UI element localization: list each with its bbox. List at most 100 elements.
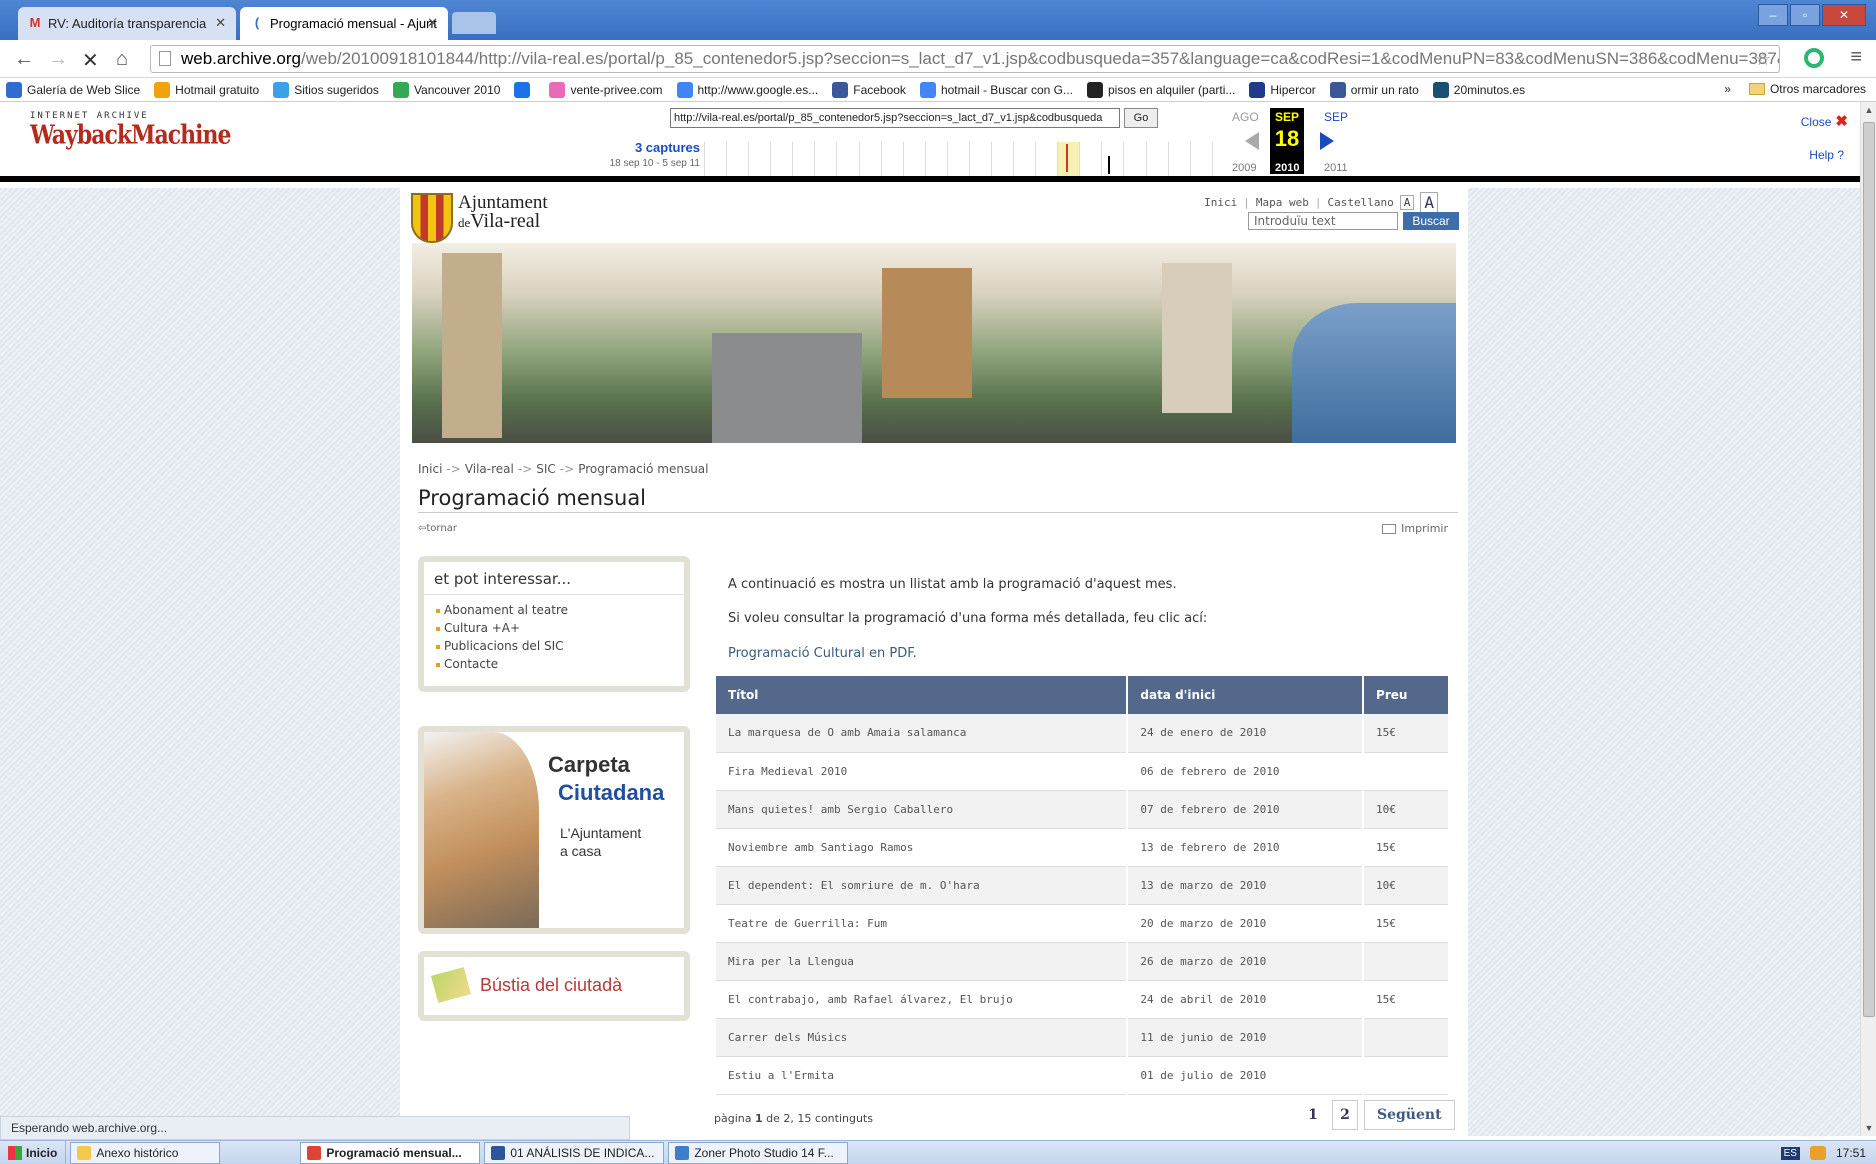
- bookmark-item[interactable]: 20minutos.es: [1432, 81, 1525, 98]
- minimize-icon[interactable]: –: [1758, 4, 1788, 26]
- bustia-banner[interactable]: Bústia del ciutadà: [418, 951, 690, 1021]
- prev-year[interactable]: 2009: [1232, 162, 1256, 174]
- breadcrumb-item[interactable]: Vila-real: [465, 462, 514, 476]
- site-search-button[interactable]: Buscar: [1403, 212, 1459, 230]
- table-row[interactable]: Noviembre amb Santiago Ramos 13 de febrer…: [716, 828, 1450, 867]
- capture-month-cell[interactable]: [1123, 142, 1145, 176]
- bookmark-item[interactable]: pisos en alquiler (parti...: [1086, 81, 1235, 98]
- interest-link[interactable]: Publicacions del SIC: [436, 637, 672, 655]
- scroll-up-icon[interactable]: ▲: [1863, 105, 1875, 115]
- captures-count[interactable]: 3 captures: [590, 140, 700, 155]
- capture-month-cell[interactable]: [1057, 142, 1080, 176]
- capture-month-cell[interactable]: [858, 142, 881, 176]
- vertical-scrollbar[interactable]: ▲ ▼: [1860, 102, 1876, 1136]
- cell-title[interactable]: Estiu a l'Ermita: [716, 1056, 1129, 1095]
- page-2-link[interactable]: 2: [1332, 1100, 1358, 1130]
- table-row[interactable]: El dependent: El somriure de m. O'hara 13…: [716, 866, 1450, 905]
- extension-icon[interactable]: [1804, 48, 1824, 68]
- cell-title[interactable]: Mans quietes! amb Sergio Caballero: [716, 790, 1129, 829]
- interest-link[interactable]: Cultura +A+: [436, 619, 672, 637]
- bookmark-item[interactable]: ormir un rato: [1329, 81, 1419, 98]
- table-row[interactable]: Teatre de Guerrilla: Fum 20 de marzo de 2…: [716, 904, 1450, 943]
- bookmark-item[interactable]: hotmail - Buscar con G...: [919, 81, 1073, 98]
- tray-icon[interactable]: [1809, 1146, 1826, 1160]
- back-link[interactable]: ⇦tornar: [418, 523, 457, 534]
- back-arrow-icon[interactable]: ←: [14, 48, 34, 71]
- bookmark-item[interactable]: Hotmail gratuito: [154, 81, 259, 98]
- bookmark-item[interactable]: Vancouver 2010: [392, 81, 500, 98]
- table-row[interactable]: Fira Medieval 2010 06 de febrero de 2010: [716, 752, 1450, 791]
- next-month[interactable]: SEP: [1324, 110, 1348, 124]
- capture-month-cell[interactable]: [792, 142, 814, 176]
- scroll-thumb[interactable]: [1863, 122, 1875, 1017]
- wayback-go-button[interactable]: Go: [1124, 108, 1158, 128]
- language-indicator[interactable]: ES: [1780, 1146, 1800, 1160]
- menu-icon[interactable]: ≡: [1850, 46, 1862, 69]
- new-tab-button[interactable]: [452, 12, 496, 34]
- clock[interactable]: 17:51: [1836, 1146, 1866, 1160]
- capture-month-cell[interactable]: [1079, 142, 1101, 176]
- address-bar[interactable]: web.archive.org/web/20100918101844/http:…: [150, 45, 1780, 73]
- bookmark-item[interactable]: Galería de Web Slice: [6, 81, 140, 98]
- col-header-date[interactable]: data d'inici: [1127, 676, 1365, 714]
- next-capture-arrow-icon[interactable]: [1320, 132, 1334, 150]
- cell-title[interactable]: Noviembre amb Santiago Ramos: [716, 828, 1129, 867]
- prev-month[interactable]: AGO: [1232, 110, 1259, 124]
- capture-month-cell[interactable]: [924, 142, 947, 176]
- cell-title[interactable]: Mira per la Llengua: [716, 942, 1129, 981]
- scroll-down-icon[interactable]: ▼: [1863, 1123, 1875, 1133]
- breadcrumb-item[interactable]: Inici: [418, 462, 442, 476]
- capture-month-cell[interactable]: [902, 142, 925, 176]
- table-row[interactable]: Mans quietes! amb Sergio Caballero 07 de …: [716, 790, 1450, 829]
- cell-title[interactable]: El contrabajo, amb Rafael álvarez, El br…: [716, 980, 1129, 1019]
- carpeta-ciutadana-banner[interactable]: Carpeta Ciutadana L'Ajuntament a casa: [418, 726, 690, 934]
- pdf-link[interactable]: Programació Cultural en PDF.: [728, 646, 917, 661]
- wayback-close-link[interactable]: Close ✖: [1801, 112, 1848, 130]
- taskbar-button[interactable]: 01 ANÁLISIS DE INDICA...: [484, 1141, 665, 1164]
- capture-month-cell[interactable]: [968, 142, 991, 176]
- next-page-button[interactable]: Següent: [1364, 1100, 1455, 1130]
- table-row[interactable]: Mira per la Llengua 26 de marzo de 2010: [716, 942, 1450, 981]
- table-row[interactable]: Carrer dels Músics 11 de junio de 2010: [716, 1018, 1450, 1057]
- other-bookmarks[interactable]: » Otros marcadores: [1724, 82, 1866, 96]
- capture-month-cell[interactable]: [836, 142, 858, 176]
- table-row[interactable]: Estiu a l'Ermita 01 de julio de 2010: [716, 1056, 1450, 1095]
- interest-link[interactable]: Abonament al teatre: [436, 601, 672, 619]
- cell-title[interactable]: Carrer dels Músics: [716, 1018, 1129, 1057]
- bookmark-item[interactable]: Hipercor: [1249, 81, 1316, 98]
- link-mapa-web[interactable]: Mapa web: [1256, 196, 1309, 209]
- capture-month-cell[interactable]: [726, 142, 748, 176]
- bookmark-item[interactable]: vente-privee.com: [549, 81, 663, 98]
- wayback-url-input[interactable]: http://vila-real.es/portal/p_85_contened…: [670, 108, 1120, 128]
- breadcrumb-item[interactable]: SIC: [536, 462, 556, 476]
- cell-title[interactable]: Fira Medieval 2010: [716, 752, 1129, 791]
- capture-month-cell[interactable]: [1013, 142, 1035, 176]
- table-row[interactable]: La marquesa de O amb Amaia salamanca 24 d…: [716, 714, 1450, 753]
- bookmark-item[interactable]: [514, 81, 535, 98]
- captures-sparkline[interactable]: [704, 142, 1234, 176]
- capture-month-cell[interactable]: [1189, 142, 1212, 176]
- next-year[interactable]: 2011: [1324, 162, 1348, 174]
- logo-line2[interactable]: deVila-real: [458, 210, 540, 233]
- forward-arrow-icon[interactable]: →: [48, 48, 68, 71]
- link-inici[interactable]: Inici: [1204, 196, 1237, 209]
- capture-month-cell[interactable]: [946, 142, 969, 176]
- col-header-price[interactable]: Preu: [1363, 676, 1450, 714]
- capture-month-cell[interactable]: [704, 142, 726, 176]
- bookmark-item[interactable]: http://www.google.es...: [676, 81, 818, 98]
- capture-month-cell[interactable]: [1035, 142, 1057, 176]
- bookmark-item[interactable]: Facebook: [832, 81, 906, 98]
- tab-active[interactable]: ( Programació mensual - Ajunt ✕: [240, 7, 448, 40]
- wayback-logo[interactable]: WaybackMachine: [30, 119, 231, 150]
- stop-icon[interactable]: ✕: [82, 48, 99, 73]
- taskbar-button[interactable]: Anexo histórico: [70, 1141, 221, 1164]
- capture-month-cell[interactable]: [1101, 142, 1123, 176]
- wayback-help-link[interactable]: Help ?: [1809, 148, 1844, 162]
- capture-month-cell[interactable]: [991, 142, 1013, 176]
- taskbar-button[interactable]: Programació mensual...: [300, 1141, 481, 1164]
- chevron-more-icon[interactable]: »: [1724, 82, 1731, 96]
- print-link[interactable]: Imprimir: [1382, 522, 1448, 535]
- cell-title[interactable]: El dependent: El somriure de m. O'hara: [716, 866, 1129, 905]
- page-1-link[interactable]: 1: [1300, 1100, 1326, 1130]
- capture-month-cell[interactable]: [770, 142, 792, 176]
